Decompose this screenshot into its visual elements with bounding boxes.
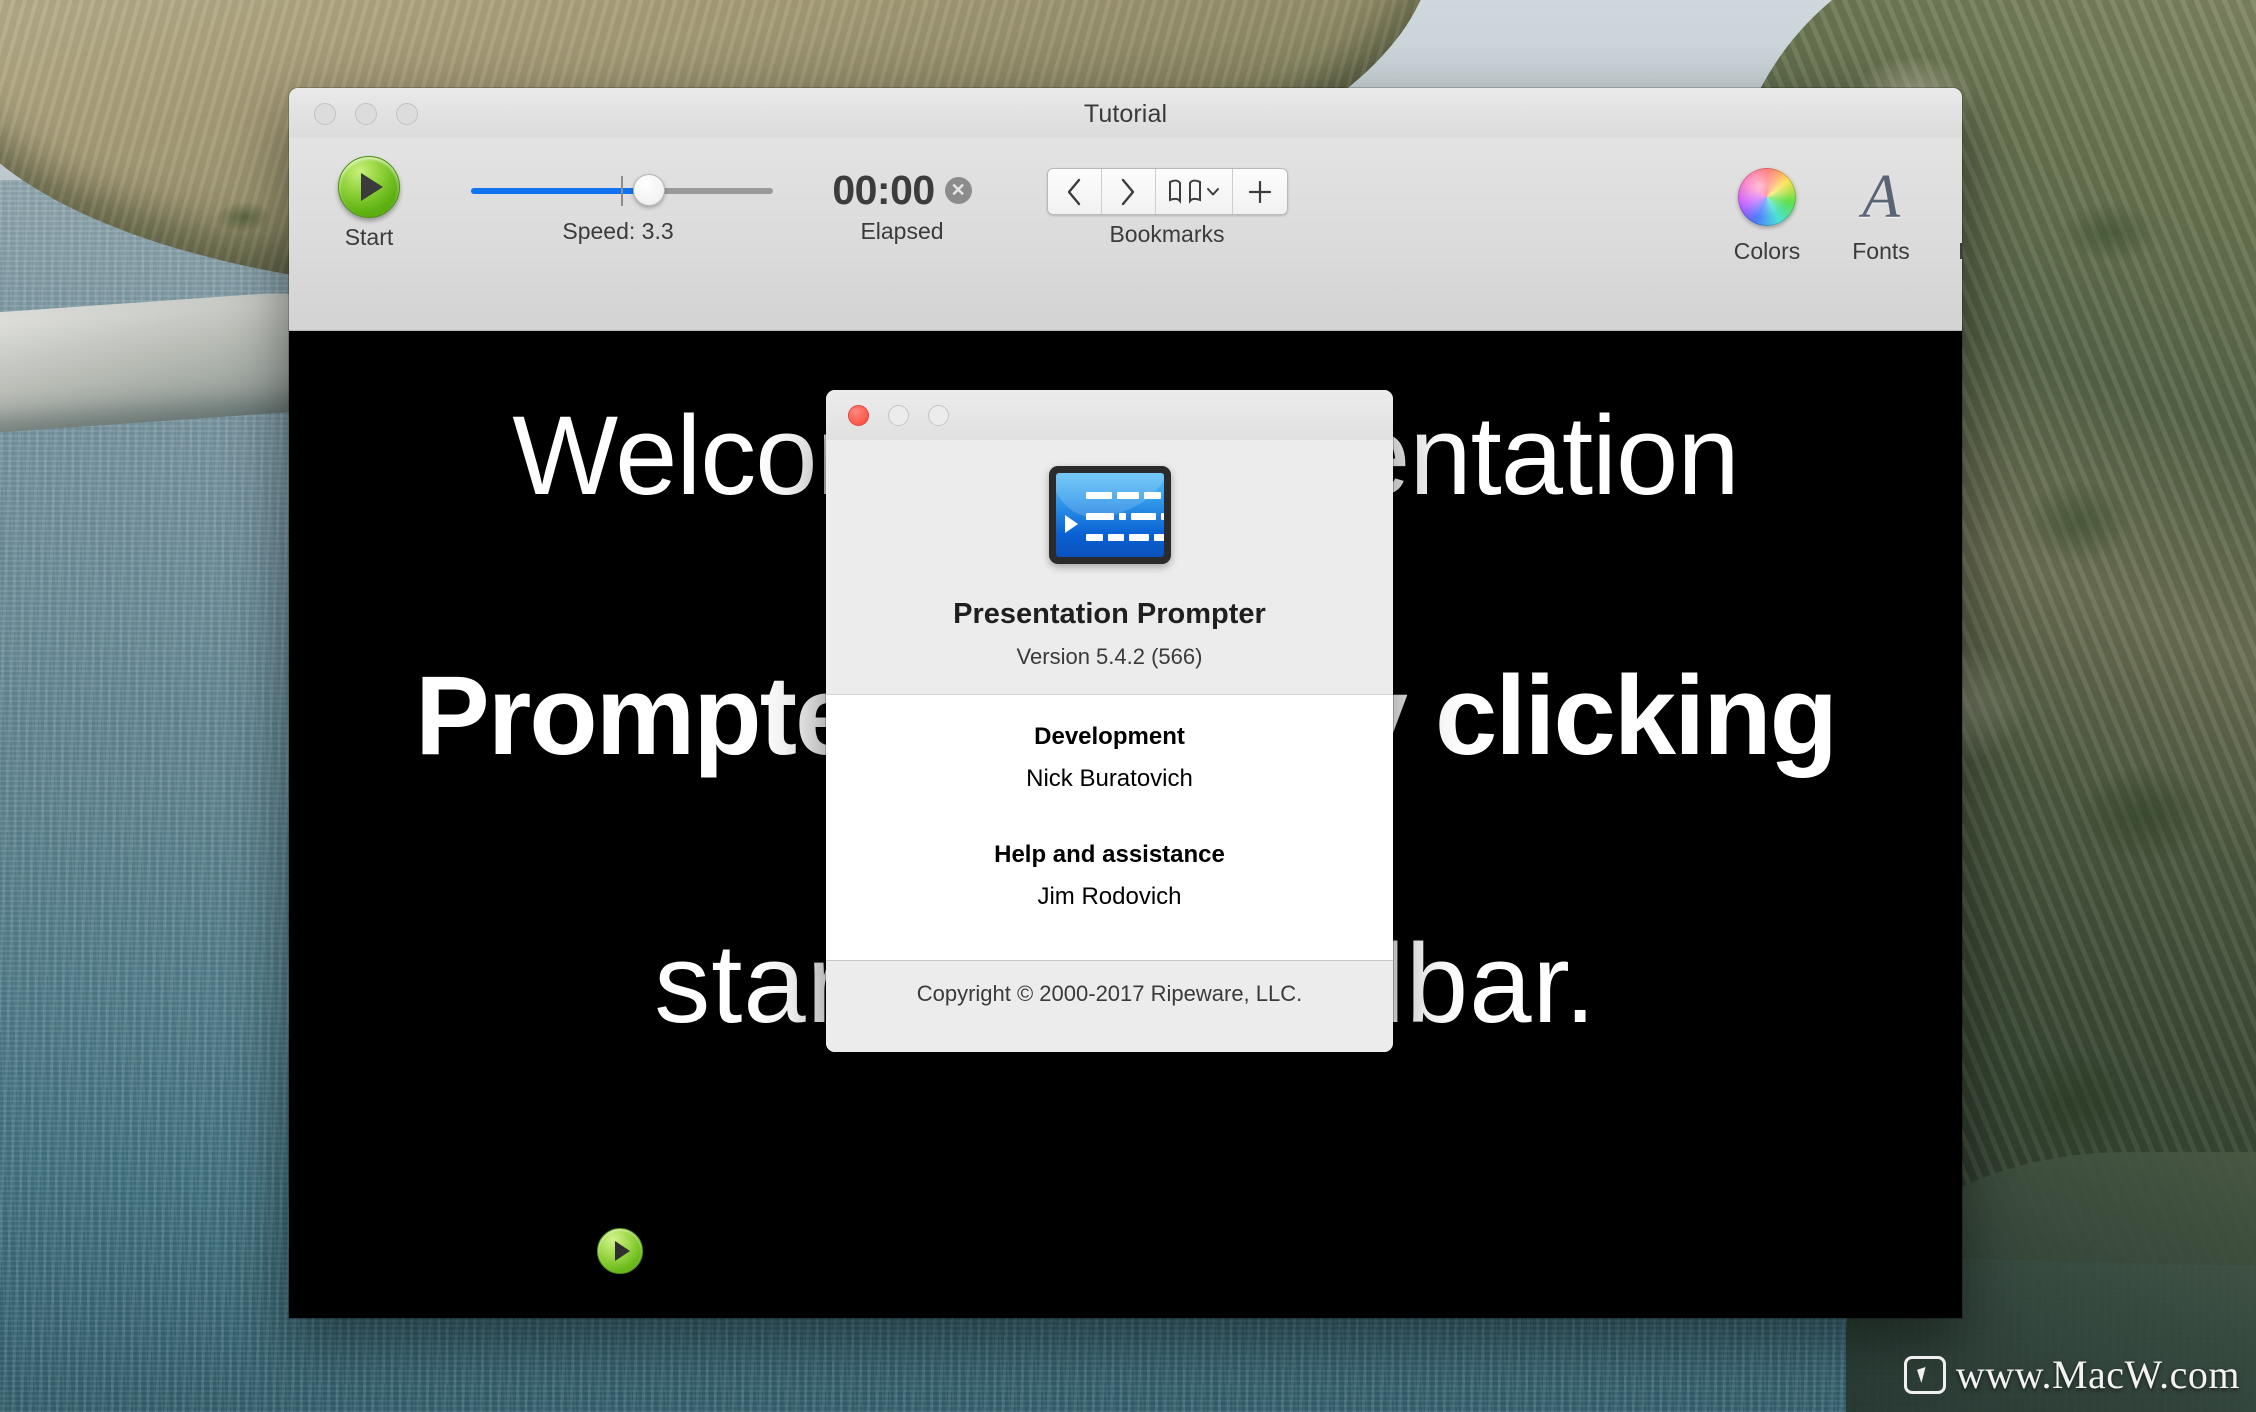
reset-timer-icon[interactable]: ✕: [944, 176, 972, 204]
about-footer: Copyright © 2000-2017 Ripeware, LLC.: [826, 960, 1393, 1052]
start-control: Start: [289, 156, 449, 251]
chevron-left-icon: [1067, 178, 1081, 205]
book-icon: [1168, 179, 1201, 204]
watermark: www.MacW.com: [1903, 1351, 2240, 1398]
copyright-text: Copyright © 2000-2017 Ripeware, LLC.: [916, 981, 1303, 1006]
about-close-button[interactable]: [848, 405, 869, 426]
bookmark-list-button[interactable]: [1156, 169, 1233, 214]
credits-name-help: Jim Rodovich: [1037, 883, 1182, 910]
plus-icon: [1248, 180, 1271, 203]
elapsed-control: 00:00 ✕ Elapsed: [787, 166, 1017, 245]
window-title: Tutorial: [1083, 100, 1168, 128]
slider-knob[interactable]: [633, 174, 665, 206]
about-zoom-button: [928, 405, 949, 426]
about-traffic-lights: [848, 405, 949, 426]
preview-control[interactable]: Preview: [1936, 162, 1962, 265]
speed-control: Speed: 3.3: [449, 168, 787, 245]
elapsed-time: 00:00: [832, 166, 935, 213]
slider-tick-mark: [621, 176, 623, 206]
next-bookmark-button[interactable]: [1102, 169, 1156, 214]
presentation-prompter-app-icon: [1048, 466, 1171, 564]
color-wheel-icon: [1738, 168, 1796, 226]
fonts-label: Fonts: [1852, 238, 1910, 264]
bookmarks-segmented-group: [1046, 168, 1288, 215]
slider-fill: [471, 188, 657, 194]
app-version: Version 5.4.2 (566): [1016, 644, 1203, 669]
colors-control[interactable]: Colors: [1708, 162, 1826, 265]
toolbar: Start Speed: 3.3 00:00 ✕ Elapsed Bookmar…: [289, 138, 1962, 331]
about-minimize-button: [888, 405, 909, 426]
window-titlebar[interactable]: Tutorial: [289, 88, 1962, 138]
green-play-cursor: [597, 1228, 643, 1274]
about-dialog: Presentation Prompter Version 5.4.2 (566…: [826, 390, 1393, 1052]
chevron-down-icon: [1206, 187, 1219, 195]
start-button[interactable]: [338, 156, 400, 218]
cursor-box-logo: [1903, 1355, 1946, 1394]
bookmarks-label: Bookmarks: [1109, 221, 1225, 247]
about-header: Presentation Prompter Version 5.4.2 (566…: [826, 440, 1393, 694]
chevron-right-icon: [1121, 178, 1135, 205]
credits-heading-help: Help and assistance: [994, 841, 1225, 868]
app-name: Presentation Prompter: [953, 598, 1266, 630]
credits-heading-thanks: Special thanks: [826, 959, 1393, 960]
watermark-text: www.MacW.com: [1955, 1352, 2240, 1397]
colors-label: Colors: [1733, 238, 1801, 264]
add-bookmark-button[interactable]: [1233, 169, 1287, 214]
play-icon: [361, 173, 383, 201]
fonts-control[interactable]: A Fonts: [1826, 162, 1936, 265]
about-titlebar[interactable]: [826, 390, 1393, 440]
credits-heading-development: Development: [1034, 723, 1185, 750]
speed-label: Speed: 3.3: [562, 218, 674, 244]
credits-scroll-area[interactable]: Development Nick Buratovich Help and ass…: [826, 694, 1393, 960]
elapsed-label: Elapsed: [860, 218, 944, 244]
font-a-icon: A: [1862, 163, 1900, 231]
preview-label: Preview: [1936, 238, 1962, 265]
speed-slider[interactable]: [449, 168, 787, 212]
previous-bookmark-button[interactable]: [1048, 169, 1102, 214]
credits-name-development: Nick Buratovich: [1026, 765, 1193, 792]
bookmarks-control: Bookmarks: [1017, 168, 1317, 248]
start-label: Start: [344, 224, 394, 250]
